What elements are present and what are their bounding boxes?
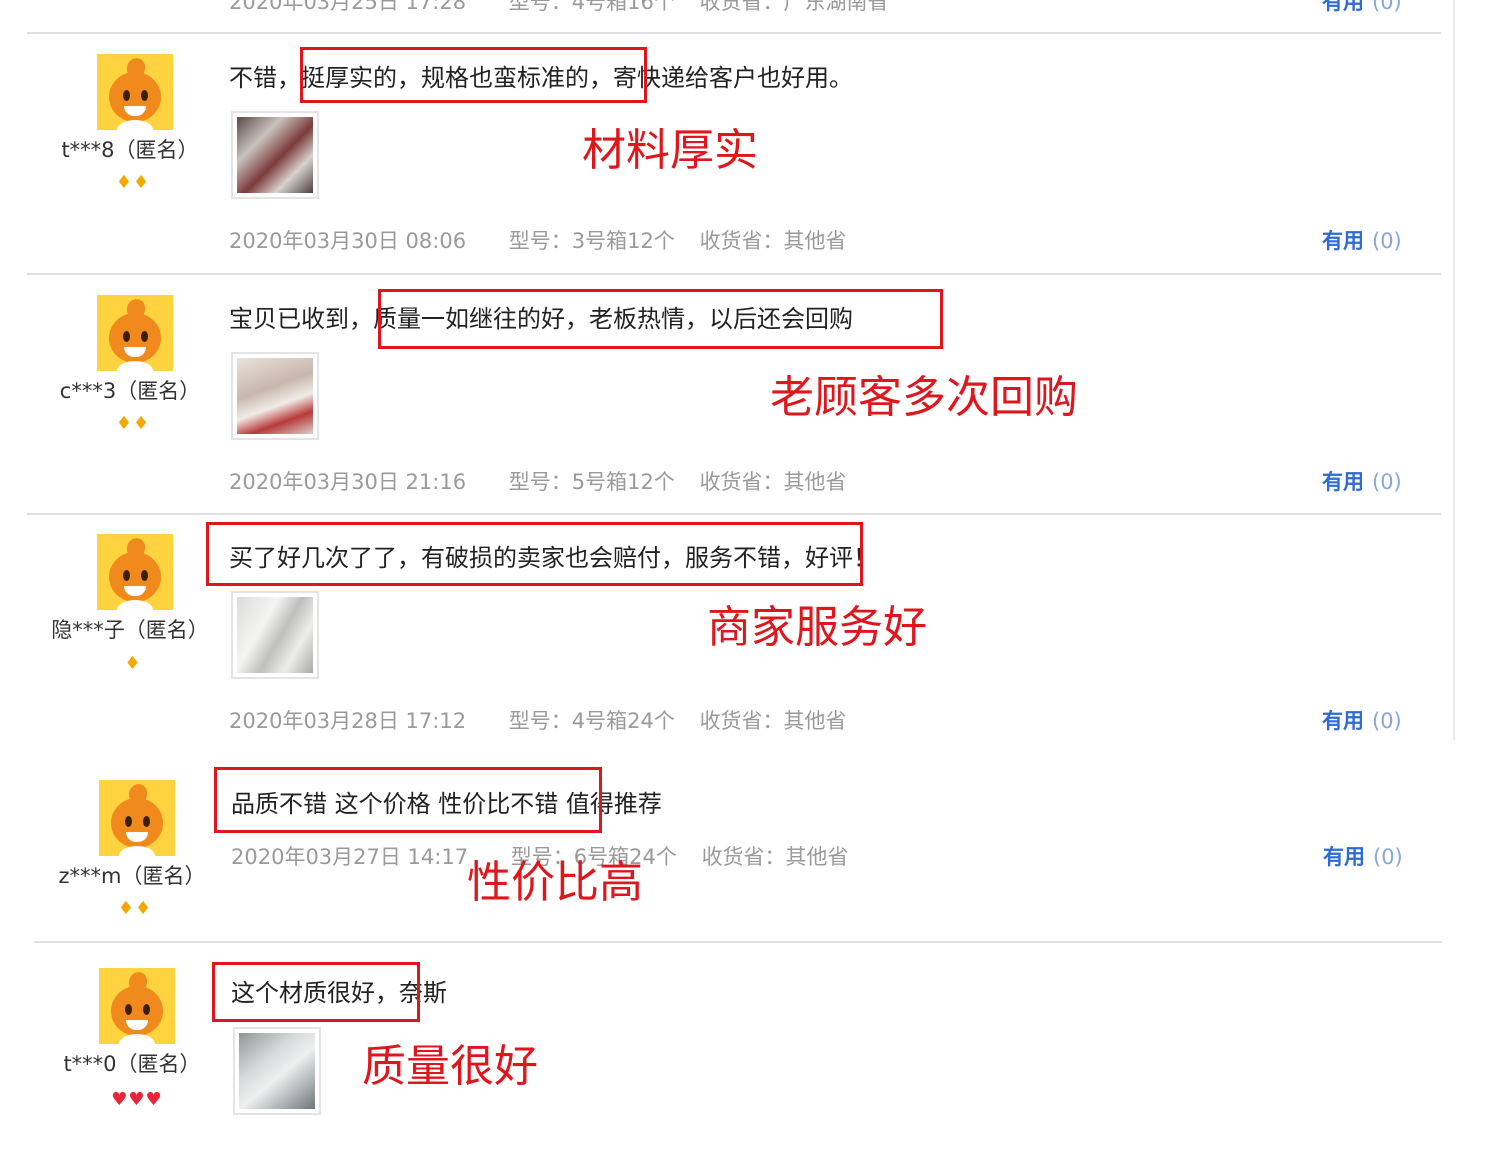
review-spec: 型号：4号箱16个 <box>508 0 675 14</box>
useful-button[interactable]: 有用 (0) <box>1322 225 1402 255</box>
row-divider <box>27 32 1441 34</box>
avatar[interactable] <box>99 780 175 856</box>
rank-gems-icon: ♦♦ <box>115 172 151 193</box>
avatar[interactable] <box>99 968 175 1044</box>
review-spec: 型号：4号箱24个 <box>508 709 675 733</box>
useful-button[interactable]: 有用 (0) <box>1322 705 1402 735</box>
useful-count: (0) <box>1373 845 1403 869</box>
review-row-partial: 2020年03月25日 17:28 型号：4号箱16个 收货省：广东湖南省 有用… <box>0 0 1500 34</box>
review-time: 2020年03月27日 14:17 <box>231 845 469 869</box>
username[interactable]: z***m（匿名） <box>32 860 232 890</box>
review-time: 2020年03月25日 17:28 <box>229 0 467 14</box>
useful-button[interactable]: 有用 (0) <box>1322 466 1402 496</box>
rank-gems-icon: ♦ <box>124 653 142 674</box>
review-meta: 2020年03月28日 17:12 型号：4号箱24个 收货省：其他省 <box>229 705 865 735</box>
review-province: 收货省：其他省 <box>701 845 849 869</box>
useful-button[interactable]: 有用 (0) <box>1322 0 1402 16</box>
avatar[interactable] <box>97 295 173 371</box>
review-spec: 型号：3号箱12个 <box>508 229 675 253</box>
review-photo-thumbnail[interactable] <box>231 352 319 440</box>
username[interactable]: c***3（匿名） <box>30 375 230 405</box>
review-province: 收货省：其他省 <box>699 229 847 253</box>
annotation-label: 老顾客多次回购 <box>770 372 1078 423</box>
avatar[interactable] <box>97 534 173 610</box>
row-divider <box>34 941 1442 943</box>
useful-count: (0) <box>1372 0 1402 14</box>
annotation-label: 性价比高 <box>467 857 643 908</box>
review-time: 2020年03月28日 17:12 <box>229 709 467 733</box>
review-photo-thumbnail[interactable] <box>233 1027 321 1115</box>
useful-count: (0) <box>1372 709 1402 733</box>
avatar[interactable] <box>97 54 173 130</box>
review-meta: 2020年03月30日 08:06 型号：3号箱12个 收货省：其他省 <box>229 225 865 255</box>
review-province: 收货省：其他省 <box>699 709 847 733</box>
review-photo-thumbnail[interactable] <box>231 591 319 679</box>
username[interactable]: t***8（匿名） <box>30 134 230 164</box>
review-time: 2020年03月30日 08:06 <box>229 229 467 253</box>
highlight-box <box>378 289 943 349</box>
username[interactable]: 隐***子（匿名） <box>30 614 230 644</box>
useful-label: 有用 <box>1322 229 1364 253</box>
useful-label: 有用 <box>1322 470 1364 494</box>
review-photo-thumbnail[interactable] <box>231 111 319 199</box>
review-time: 2020年03月30日 21:16 <box>229 470 467 494</box>
review-spec: 型号：5号箱12个 <box>508 470 675 494</box>
rank-hearts-icon: ♥♥♥ <box>111 1089 163 1110</box>
highlight-box <box>206 522 863 586</box>
highlight-box <box>300 47 647 103</box>
annotation-label: 材料厚实 <box>582 125 758 176</box>
review-meta: 2020年03月25日 17:28 型号：4号箱16个 收货省：广东湖南省 <box>229 0 907 16</box>
useful-label: 有用 <box>1322 709 1364 733</box>
useful-label: 有用 <box>1323 845 1365 869</box>
row-divider <box>27 513 1441 515</box>
annotation-label: 商家服务好 <box>707 602 927 653</box>
row-divider <box>27 273 1441 275</box>
useful-label: 有用 <box>1322 0 1364 14</box>
page-right-border <box>1453 0 1455 740</box>
rank-gems-icon: ♦♦ <box>115 413 151 434</box>
annotation-label: 质量很好 <box>362 1041 538 1092</box>
highlight-box <box>214 767 602 833</box>
rank-gems-icon: ♦♦ <box>117 898 153 919</box>
review-province: 收货省：其他省 <box>699 470 847 494</box>
highlight-box <box>212 962 420 1022</box>
useful-count: (0) <box>1372 229 1402 253</box>
review-meta: 2020年03月30日 21:16 型号：5号箱12个 收货省：其他省 <box>229 466 865 496</box>
useful-button[interactable]: 有用 (0) <box>1323 841 1403 871</box>
useful-count: (0) <box>1372 470 1402 494</box>
review-province: 收货省：广东湖南省 <box>699 0 889 14</box>
username[interactable]: t***0（匿名） <box>32 1048 232 1078</box>
